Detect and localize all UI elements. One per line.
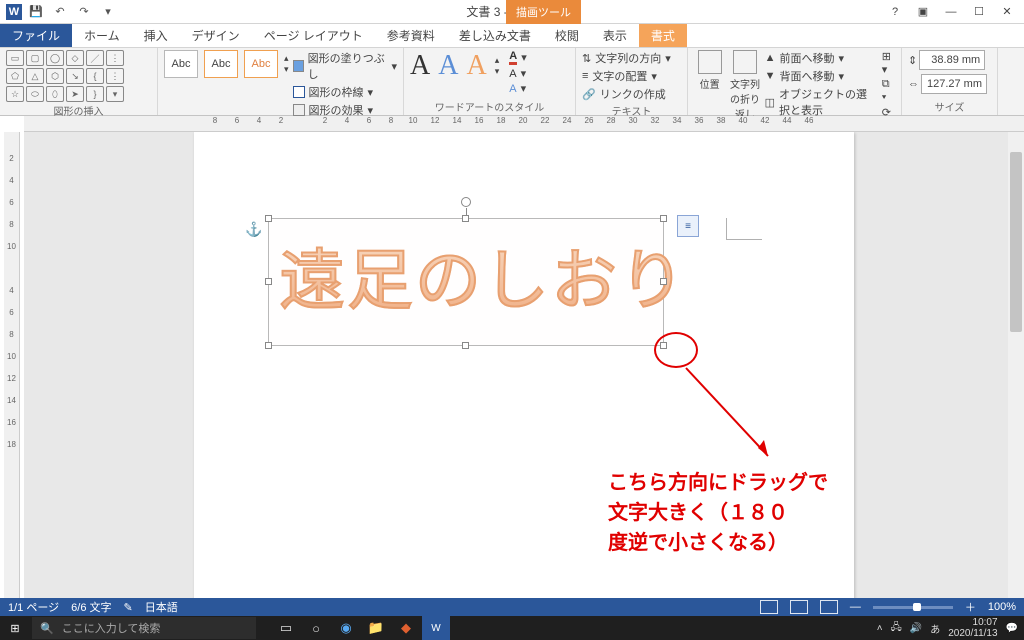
cortana-icon[interactable]: ○ <box>302 616 330 640</box>
ruler-vertical[interactable]: 2468104681012141618 <box>4 132 20 598</box>
group-label-size: サイズ <box>908 98 991 115</box>
qat-customize-icon[interactable]: ▾ <box>98 2 118 22</box>
tray-ime[interactable]: あ <box>930 621 940 636</box>
shape-width-input[interactable]: 127.27 mm <box>921 74 987 94</box>
shape-height-input[interactable]: 38.89 mm <box>919 50 985 70</box>
help-icon[interactable]: ? <box>882 2 908 22</box>
tray-notifications-icon[interactable]: 💬 <box>1006 623 1018 634</box>
tab-review[interactable]: 校閲 <box>543 24 591 47</box>
taskbar: ⊞ 🔍 ここに入力して検索 ▭ ○ ◉ 📁 ◆ W ˄ 🖧 🔊 あ 10:07 … <box>0 616 1024 640</box>
word-app-icon: W <box>6 4 22 20</box>
shape-gallery[interactable]: ▭▢◯◇／⋮ ⬠△⬡↘{⋮ ☆⬭⬯➤}▾ <box>6 50 124 102</box>
wordart-style-1[interactable]: A <box>410 50 430 82</box>
edge-icon[interactable]: ◉ <box>332 616 360 640</box>
resize-handle-bl[interactable] <box>265 342 272 349</box>
wordart-style-gallery[interactable]: A A A ▴▾ <box>410 50 499 82</box>
shape-style-gallery[interactable]: Abc Abc Abc ▴▾ <box>164 50 289 78</box>
annotation-circle <box>654 332 698 368</box>
shape-fill-button[interactable]: 図形の塗りつぶし ▾ <box>293 50 397 82</box>
close-icon[interactable]: ✕ <box>994 2 1020 22</box>
tray-volume-icon[interactable]: 🔊 <box>910 623 922 634</box>
redo-icon[interactable]: ↷ <box>74 2 94 22</box>
resize-handle-tr[interactable] <box>660 215 667 222</box>
shape-style-1[interactable]: Abc <box>164 50 198 78</box>
resize-handle-mr[interactable] <box>660 278 667 285</box>
shape-style-2[interactable]: Abc <box>204 50 238 78</box>
wordart-style-2[interactable]: A <box>438 50 458 82</box>
text-direction-button[interactable]: ⇅ 文字列の方向 ▾ <box>582 50 671 66</box>
search-icon: 🔍 <box>40 622 54 635</box>
tab-layout[interactable]: ページ レイアウト <box>252 24 375 47</box>
margin-guide <box>726 218 762 240</box>
status-page[interactable]: 1/1 ページ <box>8 599 59 615</box>
status-words[interactable]: 6/6 文字 <box>71 599 111 615</box>
status-proof-icon[interactable]: ✎ <box>124 601 133 614</box>
save-icon[interactable]: 💾 <box>26 2 46 22</box>
annotation-arrow <box>682 364 778 464</box>
scrollbar-vertical[interactable] <box>1008 132 1024 598</box>
group-button[interactable]: ⧉ ▾ <box>882 78 895 104</box>
word-taskbar-icon[interactable]: W <box>422 616 450 640</box>
resize-handle-tl[interactable] <box>265 215 272 222</box>
position-button[interactable]: 位置 <box>694 50 725 91</box>
annotation-text: こちら方向にドラッグで 文字大きく（１８０ 度逆で小さくなる） <box>608 468 828 558</box>
wordart-style-3[interactable]: A <box>466 50 486 82</box>
tab-home[interactable]: ホーム <box>72 24 132 47</box>
bring-forward-button[interactable]: ▲ 前面へ移動 ▾ <box>765 50 874 66</box>
tab-references[interactable]: 参考資料 <box>375 24 447 47</box>
task-view-icon[interactable]: ▭ <box>272 616 300 640</box>
status-bar: 1/1 ページ 6/6 文字 ✎ 日本語 — ＋ 100% <box>0 598 1024 616</box>
tab-mailings[interactable]: 差し込み文書 <box>447 24 543 47</box>
page[interactable]: ⚓ ≡ 遠足のしおり こちら方向にドラッグで 文字大きく（１８０ 度逆で小さくな… <box>194 132 854 598</box>
tab-view[interactable]: 表示 <box>591 24 639 47</box>
create-link-button[interactable]: 🔗 リンクの作成 <box>582 86 671 102</box>
align-button[interactable]: ⊞ ▾ <box>882 50 895 76</box>
send-backward-button[interactable]: ▼ 背面へ移動 ▾ <box>765 68 874 84</box>
ribbon-options-icon[interactable]: ▣ <box>910 2 936 22</box>
shape-style-3[interactable]: Abc <box>244 50 278 78</box>
tray-chevron-icon[interactable]: ˄ <box>877 623 883 634</box>
zoom-out-icon[interactable]: — <box>850 601 861 613</box>
tab-insert[interactable]: 挿入 <box>132 24 180 47</box>
resize-handle-ml[interactable] <box>265 278 272 285</box>
app-icon[interactable]: ◆ <box>392 616 420 640</box>
document-area[interactable]: ⚓ ≡ 遠足のしおり こちら方向にドラッグで 文字大きく（１８０ 度逆で小さくな… <box>24 132 1008 598</box>
group-label-wordart: ワードアートのスタイル <box>410 98 569 115</box>
text-align-button[interactable]: ≡ 文字の配置 ▾ <box>582 68 671 84</box>
zoom-level[interactable]: 100% <box>988 601 1016 613</box>
tray-clock[interactable]: 10:07 2020/11/13 <box>948 617 997 639</box>
anchor-icon: ⚓ <box>245 221 259 235</box>
context-tool-label: 描画ツール <box>506 0 581 24</box>
tab-design[interactable]: デザイン <box>180 24 252 47</box>
undo-icon[interactable]: ↶ <box>50 2 70 22</box>
tab-format[interactable]: 書式 <box>639 24 687 47</box>
layout-options-icon[interactable]: ≡ <box>677 215 699 237</box>
view-read-icon[interactable] <box>760 600 778 614</box>
explorer-icon[interactable]: 📁 <box>362 616 390 640</box>
wrap-text-button[interactable]: 文字列の折り返し <box>729 50 760 121</box>
minimize-icon[interactable]: — <box>938 2 964 22</box>
start-button[interactable]: ⊞ <box>0 616 30 640</box>
resize-handle-tm[interactable] <box>462 215 469 222</box>
taskbar-search[interactable]: 🔍 ここに入力して検索 <box>32 617 256 639</box>
view-web-icon[interactable] <box>820 600 838 614</box>
rotate-handle[interactable] <box>461 197 471 207</box>
text-fill-button[interactable]: A ▾ <box>509 50 526 65</box>
selection-pane-button[interactable]: ◫ オブジェクトの選択と表示 <box>765 86 874 118</box>
text-outline-button[interactable]: A ▾ <box>509 67 526 80</box>
wordart-object[interactable]: ⚓ ≡ 遠足のしおり <box>268 218 664 346</box>
status-language[interactable]: 日本語 <box>145 599 178 615</box>
text-effects-button[interactable]: A ▾ <box>509 82 526 95</box>
resize-handle-bm[interactable] <box>462 342 469 349</box>
view-print-icon[interactable] <box>790 600 808 614</box>
maximize-icon[interactable]: ☐ <box>966 2 992 22</box>
zoom-slider[interactable] <box>873 606 953 609</box>
zoom-in-icon[interactable]: ＋ <box>965 599 976 615</box>
wordart-text[interactable]: 遠足のしおり <box>269 219 663 331</box>
ruler-horizontal[interactable]: 8642246810121416182022242628303234363840… <box>24 116 1024 132</box>
tray-network-icon[interactable]: 🖧 <box>891 620 902 637</box>
shape-outline-button[interactable]: 図形の枠線 ▾ <box>293 84 397 100</box>
search-placeholder: ここに入力して検索 <box>62 620 161 636</box>
tab-file[interactable]: ファイル <box>0 24 72 47</box>
